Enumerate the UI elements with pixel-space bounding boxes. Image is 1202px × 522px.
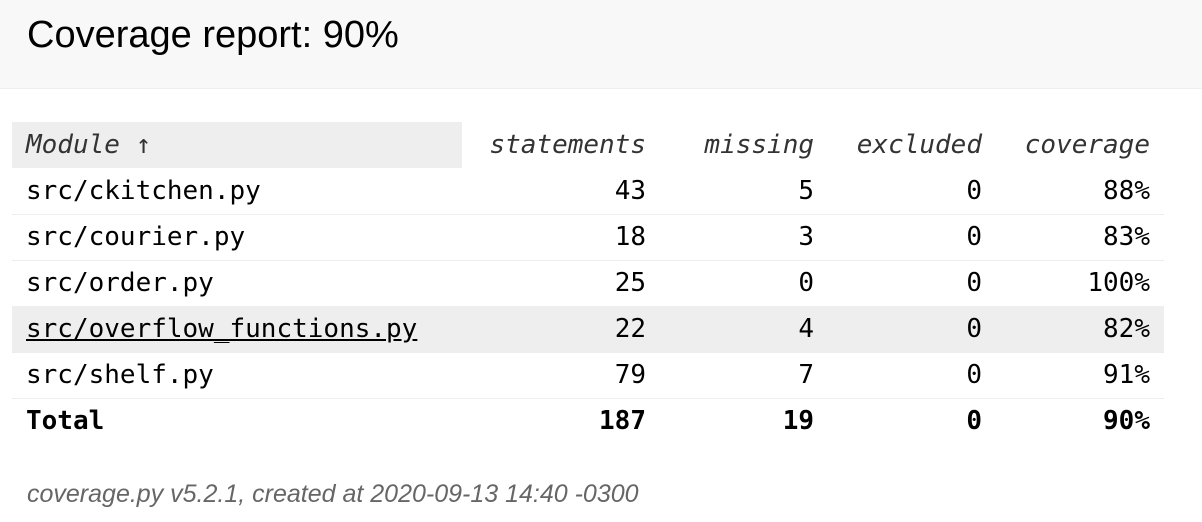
total-statements: 187 (599, 406, 646, 437)
missing-cell: 7 (660, 352, 828, 399)
footer-text: coverage.py v5.2.1, created at 2020-09-1… (27, 480, 639, 508)
module-link[interactable]: src/shelf.py (26, 360, 214, 390)
page-footer: coverage.py v5.2.1, created at 2020-09-1… (27, 478, 639, 510)
total-excluded: 0 (966, 406, 982, 437)
excluded-cell: 0 (828, 168, 996, 215)
column-header-statements[interactable]: statements (462, 122, 660, 168)
table-row[interactable]: src/overflow_functions.py 22 4 0 82% (12, 306, 1164, 353)
total-coverage: 90% (1103, 406, 1150, 437)
module-link[interactable]: src/ckitchen.py (26, 176, 261, 206)
missing-cell: 5 (660, 168, 828, 215)
missing-cell: 3 (660, 214, 828, 261)
module-link[interactable]: src/overflow_functions.py (26, 314, 417, 344)
total-label: Total (26, 406, 105, 437)
coverage-cell: 82% (996, 306, 1164, 353)
table-row[interactable]: src/ckitchen.py 43 5 0 88% (12, 168, 1164, 215)
module-cell[interactable]: src/courier.py (12, 214, 462, 261)
total-row: Total 187 19 0 90% (12, 398, 1164, 444)
coverage-cell: 83% (996, 214, 1164, 261)
column-header-missing[interactable]: missing (660, 122, 828, 168)
module-cell[interactable]: src/ckitchen.py (12, 168, 462, 215)
excluded-cell: 0 (828, 306, 996, 353)
column-header-excluded[interactable]: excluded (828, 122, 996, 168)
page-header: Coverage report: 90% (0, 0, 1202, 89)
missing-cell: 0 (660, 260, 828, 307)
excluded-cell: 0 (828, 260, 996, 307)
module-link[interactable]: src/order.py (26, 268, 214, 298)
statements-cell: 79 (462, 352, 660, 399)
header-row: Module ↑ statements missing excluded cov… (12, 122, 1164, 168)
statements-cell: 43 (462, 168, 660, 215)
excluded-cell: 0 (828, 352, 996, 399)
excluded-cell: 0 (828, 214, 996, 261)
total-missing: 19 (782, 406, 814, 437)
module-link[interactable]: src/courier.py (26, 222, 245, 252)
statements-cell: 25 (462, 260, 660, 307)
module-cell[interactable]: src/overflow_functions.py (12, 306, 462, 353)
table-row[interactable]: src/shelf.py 79 7 0 91% (12, 352, 1164, 399)
coverage-cell: 91% (996, 352, 1164, 399)
table-header: Module ↑ statements missing excluded cov… (12, 122, 1164, 168)
table-row[interactable]: src/order.py 25 0 0 100% (12, 260, 1164, 307)
module-cell[interactable]: src/order.py (12, 260, 462, 307)
column-header-module[interactable]: Module ↑ (12, 122, 462, 168)
table-footer: Total 187 19 0 90% (12, 398, 1164, 444)
missing-cell: 4 (660, 306, 828, 353)
coverage-table: Module ↑ statements missing excluded cov… (12, 122, 1164, 444)
page-title: Coverage report: 90% (27, 14, 399, 56)
table-row[interactable]: src/courier.py 18 3 0 83% (12, 214, 1164, 261)
column-header-coverage[interactable]: coverage (996, 122, 1164, 168)
module-cell[interactable]: src/shelf.py (12, 352, 462, 399)
statements-cell: 22 (462, 306, 660, 353)
statements-cell: 18 (462, 214, 660, 261)
table-body: src/ckitchen.py 43 5 0 88% src/courier.p… (12, 168, 1164, 399)
coverage-cell: 100% (996, 260, 1164, 307)
coverage-cell: 88% (996, 168, 1164, 215)
